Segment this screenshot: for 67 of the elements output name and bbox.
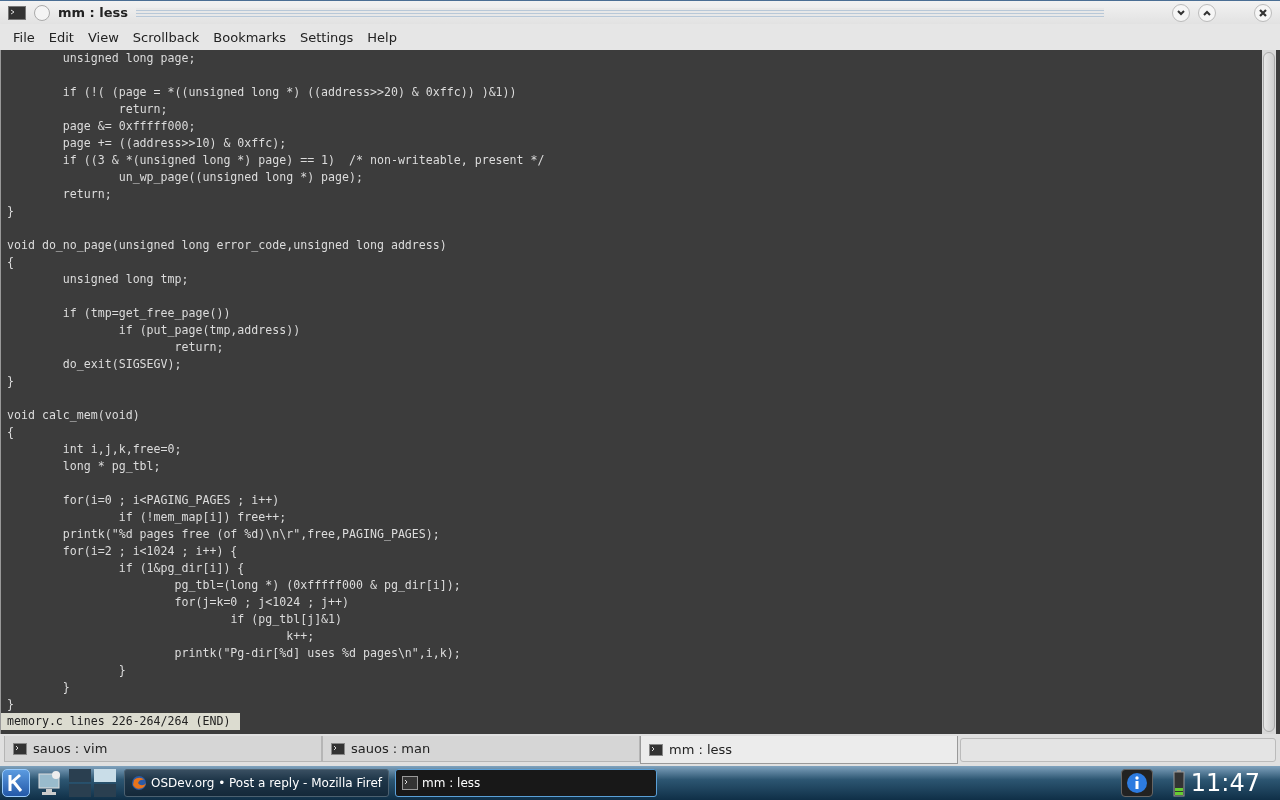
- code-line: return;: [117, 101, 169, 118]
- menu-item[interactable]: Scrollback: [125, 26, 207, 48]
- browser-icon: [131, 775, 147, 791]
- code-line: printk("Pg-dir[%d] uses %d pages\n",i,k);: [173, 645, 462, 662]
- code-line: }: [7, 203, 15, 220]
- clock: 11:47: [1190, 769, 1260, 797]
- code-line: un_wp_page((unsigned long *) page);: [117, 169, 364, 186]
- maximize-button[interactable]: [1198, 3, 1216, 22]
- code-line: for(i=0 ; i<PAGING_PAGES ; i++): [61, 492, 281, 509]
- close-button[interactable]: [1254, 3, 1272, 22]
- code-line: {: [7, 424, 15, 441]
- terminal-tab[interactable]: sauos : man: [322, 736, 640, 762]
- close-icon: [1258, 7, 1268, 18]
- taskbar-button[interactable]: mm : less: [395, 769, 658, 797]
- code-line: for(j=k=0 ; j<1024 ; j++): [173, 594, 351, 611]
- code-line: void calc_mem(void): [7, 407, 141, 424]
- terminal-icon: [8, 5, 26, 20]
- code-line: }: [61, 679, 71, 696]
- code-line: if (tmp=get_free_page()): [61, 305, 232, 322]
- code-line: if (put_page(tmp,address)): [117, 322, 302, 339]
- code-line: if (pg_tbl[j]&1): [229, 611, 344, 628]
- terminal-tab[interactable]: sauos : vim: [4, 736, 322, 762]
- code-line: unsigned long page;: [61, 50, 197, 67]
- code-line: page += ((address>>10) & 0xffc);: [61, 135, 288, 152]
- computer-icon[interactable]: [36, 769, 62, 797]
- desktop-pager[interactable]: [68, 768, 118, 798]
- code-line: }: [117, 662, 127, 679]
- info-button[interactable]: [1120, 769, 1153, 797]
- code-line: long * pg_tbl;: [61, 458, 162, 475]
- code-line: if (!( (page = *((unsigned long *) ((address>>20) & 0xffc)) )&1)): [61, 84, 518, 101]
- code-line: k++;: [285, 628, 316, 645]
- terminal-icon: [649, 743, 663, 756]
- code-line: int i,j,k,free=0;: [61, 441, 183, 458]
- code-line: {: [7, 254, 15, 271]
- menu-item[interactable]: File: [6, 26, 42, 48]
- chevron-down-icon: [1176, 8, 1186, 17]
- code-line: if (!mem_map[i]) free++;: [117, 509, 288, 526]
- terminal-tab[interactable]: mm : less: [640, 736, 958, 764]
- code-line: do_exit(SIGSEGV);: [61, 356, 183, 373]
- code-line: }: [7, 696, 15, 713]
- code-line: if (1&pg_dir[i]) {: [117, 560, 246, 577]
- terminal-icon: [331, 742, 345, 755]
- code-line: pg_tbl=(long *) (0xfffff000 & pg_dir[i]);: [173, 577, 462, 594]
- scrollbar[interactable]: [1262, 50, 1276, 734]
- code-line: return;: [173, 339, 225, 356]
- terminal-icon: [402, 776, 419, 790]
- window-title: mm : less: [58, 5, 129, 20]
- terminal-icon: [13, 742, 27, 755]
- battery-icon[interactable]: [1172, 769, 1185, 797]
- chevron-up-icon: [1202, 8, 1212, 17]
- menu-item[interactable]: Settings: [293, 26, 361, 48]
- minimize-button[interactable]: [1172, 3, 1190, 22]
- code-line: return;: [61, 186, 113, 203]
- code-line: for(i=2 ; i<1024 ; i++) {: [61, 543, 239, 560]
- code-line: unsigned long tmp;: [61, 271, 190, 288]
- k-menu-button[interactable]: [2, 769, 30, 797]
- code-line: void do_no_page(unsigned long error_code,unsigned long address): [7, 237, 448, 254]
- menu-item[interactable]: Edit: [41, 26, 81, 48]
- menu-item[interactable]: View: [80, 26, 126, 48]
- code-line: printk("%d pages free (of %d)\n\r",free,PAGING_PAGES);: [61, 526, 441, 543]
- menu-item[interactable]: Help: [360, 26, 404, 48]
- taskbar-button[interactable]: OSDev.org • Post a reply - Mozilla Firef: [124, 769, 390, 797]
- info-icon: [1125, 772, 1148, 794]
- menu-item[interactable]: Bookmarks: [206, 26, 293, 48]
- code-line: page &= 0xfffff000;: [61, 118, 197, 135]
- code-line: }: [7, 373, 15, 390]
- code-line: if ((3 & *(unsigned long *) page) == 1) /* non-writeable, present */: [61, 152, 546, 169]
